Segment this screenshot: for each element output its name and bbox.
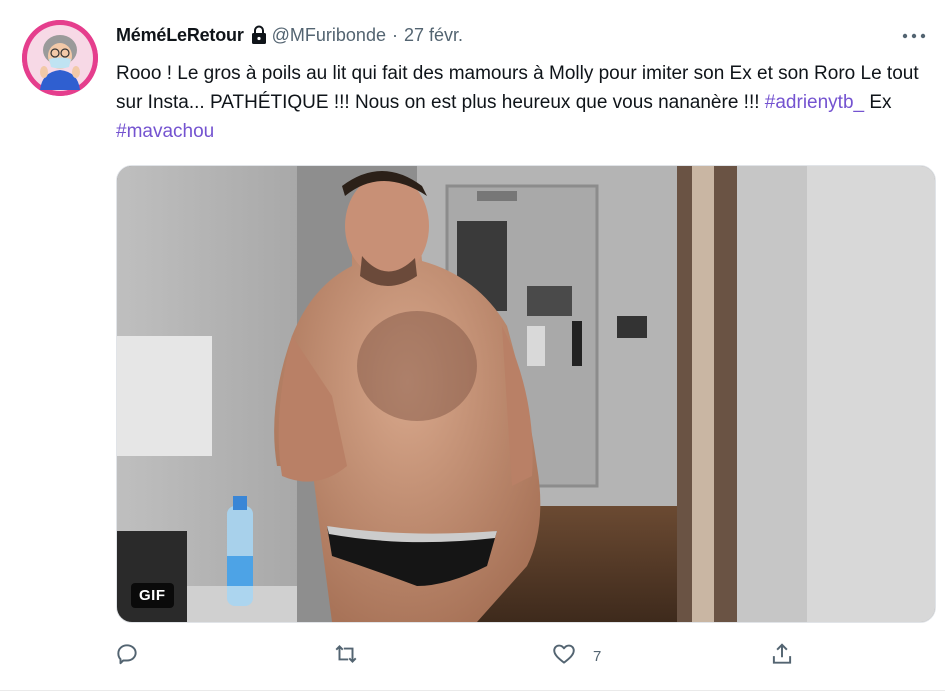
gif-media[interactable]: GIF <box>116 165 936 623</box>
header-separator: · <box>391 24 398 45</box>
like-button[interactable]: 7 <box>551 638 601 674</box>
more-dots-icon[interactable] <box>901 28 927 39</box>
tweet-actions: 7 <box>0 638 945 674</box>
gif-frame <box>117 166 935 622</box>
reply-icon <box>114 641 140 671</box>
like-count: 7 <box>593 647 602 665</box>
tweet-text: Rooo ! Le gros à poils au lit qui fait d… <box>116 59 926 146</box>
hashtag-link[interactable]: #mavachou <box>116 121 214 142</box>
heart-icon <box>551 641 577 671</box>
display-name[interactable]: MéméLeRetour <box>116 25 244 46</box>
avatar-image <box>22 20 98 96</box>
avatar[interactable] <box>22 20 98 96</box>
share-button[interactable] <box>769 638 811 674</box>
retweet-button[interactable] <box>333 638 375 674</box>
tweet-text-part: Ex <box>864 92 892 113</box>
tweet-card[interactable]: MéméLeRetour @MFuribonde · 27 févr. Rooo… <box>0 0 945 691</box>
lock-icon <box>250 25 268 45</box>
hashtag-link[interactable]: #adrienytb_ <box>765 92 864 113</box>
tweet-header: MéméLeRetour @MFuribonde · 27 févr. <box>116 22 463 48</box>
user-handle[interactable]: @MFuribonde <box>272 25 386 46</box>
retweet-icon <box>333 641 359 671</box>
reply-button[interactable] <box>114 638 156 674</box>
gif-badge: GIF <box>131 583 174 608</box>
tweet-date[interactable]: 27 févr. <box>404 25 463 46</box>
share-icon <box>769 641 795 671</box>
